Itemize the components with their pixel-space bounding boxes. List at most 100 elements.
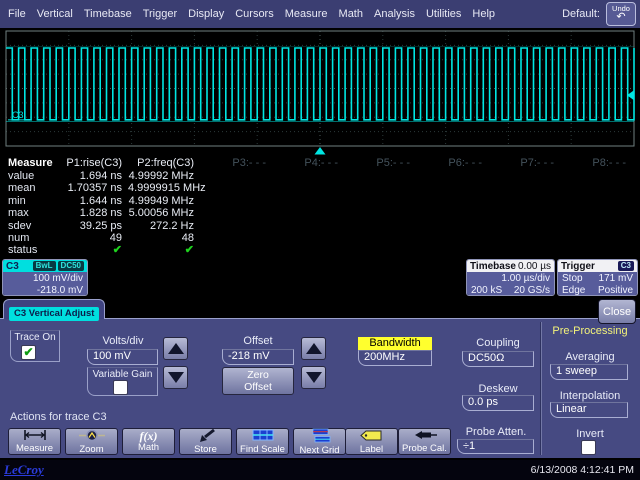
volts-div-field[interactable]: 100 mV <box>87 349 158 365</box>
measure-cell <box>200 182 272 194</box>
measure-cell <box>488 182 560 194</box>
action-button-label: Zoom <box>79 445 103 455</box>
action-button-label: Label <box>360 445 383 455</box>
offset-down-button[interactable] <box>301 366 326 389</box>
coupling-field[interactable]: DC50Ω <box>462 351 534 367</box>
measure-column-header[interactable]: P1:rise(C3) <box>56 157 128 170</box>
action-button-label: Math <box>138 443 159 453</box>
action-button-label[interactable]: Label <box>345 428 398 455</box>
menu-item-cursors[interactable]: Cursors <box>235 8 274 20</box>
menu-item-help[interactable]: Help <box>472 8 495 20</box>
averaging-field[interactable]: 1 sweep <box>550 364 628 380</box>
probe-atten-field[interactable]: ÷1 <box>457 439 534 454</box>
variable-gain-checkbox[interactable] <box>113 380 128 395</box>
channel-position-marker[interactable]: C3 <box>12 110 24 120</box>
action-button-label: Store <box>194 445 217 455</box>
measure-cell <box>416 182 488 194</box>
measure-column-header[interactable]: P8:- - - <box>560 157 632 170</box>
action-button-zoom[interactable]: Zoom <box>65 428 118 455</box>
measure-column-header[interactable]: P3:- - - <box>200 157 272 170</box>
zero-offset-button[interactable]: Zero Offset <box>222 367 294 395</box>
label-icon <box>360 429 384 445</box>
waveform-display[interactable]: C3 <box>0 28 640 157</box>
measure-cell <box>344 220 416 232</box>
volts-div-down-button[interactable] <box>163 366 188 389</box>
vertical-adjust-dialog: C3 Vertical Adjust Close Trace On ✔ Volt… <box>0 298 640 458</box>
menu-item-math[interactable]: Math <box>339 8 363 20</box>
measure-column-header[interactable]: P6:- - - <box>416 157 488 170</box>
measure-cell <box>416 170 488 182</box>
interpolation-label: Interpolation <box>548 390 632 402</box>
close-button[interactable]: Close <box>598 299 636 324</box>
offset-up-button[interactable] <box>301 337 326 360</box>
offset-field[interactable]: -218 mV <box>222 349 294 365</box>
measure-cell <box>200 244 272 256</box>
trigger-position-marker[interactable] <box>315 147 326 155</box>
bandwidth-field[interactable]: 200MHz <box>358 350 432 366</box>
menu-item-file[interactable]: File <box>8 8 26 20</box>
volts-div-up-button[interactable] <box>163 337 188 360</box>
up-arrow-icon <box>168 343 184 354</box>
measure-cell <box>416 232 488 244</box>
measure-column-header[interactable]: P7:- - - <box>488 157 560 170</box>
measure-row: status✔✔ <box>0 244 640 256</box>
measure-cell <box>488 195 560 207</box>
menu-item-measure[interactable]: Measure <box>285 8 328 20</box>
measure-cell <box>560 170 632 182</box>
measure-cell <box>344 232 416 244</box>
measure-cell: 5.00056 MHz <box>128 207 200 219</box>
timebase-descriptor[interactable]: Timebase 0.00 µs 1.00 µs/div 200 kS 20 G… <box>466 259 555 296</box>
action-button-measure[interactable]: Measure <box>8 428 61 455</box>
menu-item-display[interactable]: Display <box>188 8 224 20</box>
measure-cell <box>272 170 344 182</box>
interpolation-field[interactable]: Linear <box>550 402 628 418</box>
measure-table: MeasureP1:rise(C3)P2:freq(C3)P3:- - -P4:… <box>0 157 640 257</box>
menu-bar: File Vertical Timebase Trigger Display Cursor… <box>0 0 640 28</box>
measure-cell: 4.99992 MHz <box>128 170 200 182</box>
measure-column-header[interactable]: P5:- - - <box>344 157 416 170</box>
undo-arrow-icon: ↶ <box>616 12 625 23</box>
up-arrow-icon <box>306 343 322 354</box>
measure-row-label: max <box>0 207 56 219</box>
trigger-descriptor[interactable]: Trigger C3 Stop 171 mV Edge Positive <box>557 259 638 296</box>
store-icon <box>196 429 216 445</box>
deskew-label: Deskew <box>462 383 534 395</box>
invert-checkbox[interactable] <box>581 440 596 455</box>
action-button-next-grid[interactable]: Next Grid <box>293 428 346 455</box>
actions-for-trace-label: Actions for trace C3 <box>10 411 107 423</box>
timebase-delay-readout: 0.00 µs <box>518 261 551 272</box>
measure-cell <box>488 220 560 232</box>
action-button-math[interactable]: f(x)Math <box>122 428 175 455</box>
measure-row-label: min <box>0 195 56 207</box>
deskew-field[interactable]: 0.0 ps <box>462 395 534 411</box>
measure-column-header[interactable]: P2:freq(C3) <box>128 157 200 170</box>
waveform-svg: C3 <box>0 28 640 157</box>
measure-row: max1.828 ns5.00056 MHz <box>0 207 640 219</box>
measure-cell: 1.70357 ns <box>56 182 128 194</box>
channel-c3-descriptor[interactable]: C3 BwL DC50 100 mV/div -218.0 mV <box>2 259 88 296</box>
trigger-mode-readout: Stop <box>562 273 583 285</box>
trigger-type-readout: Edge <box>562 285 585 296</box>
menu-item-utilities[interactable]: Utilities <box>426 8 461 20</box>
undo-button[interactable]: Undo ↶ <box>606 2 636 26</box>
action-button-probe-cal[interactable]: Probe Cal. <box>398 428 451 455</box>
measure-cell: ✔ <box>128 244 200 256</box>
menu-item-trigger[interactable]: Trigger <box>143 8 177 20</box>
menu-item-timebase[interactable]: Timebase <box>84 8 132 20</box>
action-button-find-scale[interactable]: Find Scale <box>236 428 289 455</box>
measure-cell <box>416 220 488 232</box>
menu-item-vertical[interactable]: Vertical <box>37 8 73 20</box>
measure-column-header[interactable]: P4:- - - <box>272 157 344 170</box>
measure-cell <box>200 170 272 182</box>
tab-c3-vertical-adjust[interactable]: C3 Vertical Adjust <box>3 299 105 319</box>
action-button-store[interactable]: Store <box>179 428 232 455</box>
measure-cell <box>200 220 272 232</box>
measure-cell: 1.828 ns <box>56 207 128 219</box>
measure-cell <box>200 207 272 219</box>
trace-on-checkbox[interactable]: ✔ <box>21 345 36 360</box>
measure-cell: 1.694 ns <box>56 170 128 182</box>
measure-cell <box>344 195 416 207</box>
menu-item-analysis[interactable]: Analysis <box>374 8 415 20</box>
zero-offset-label: Zero Offset <box>238 369 278 393</box>
measure-cell <box>272 244 344 256</box>
